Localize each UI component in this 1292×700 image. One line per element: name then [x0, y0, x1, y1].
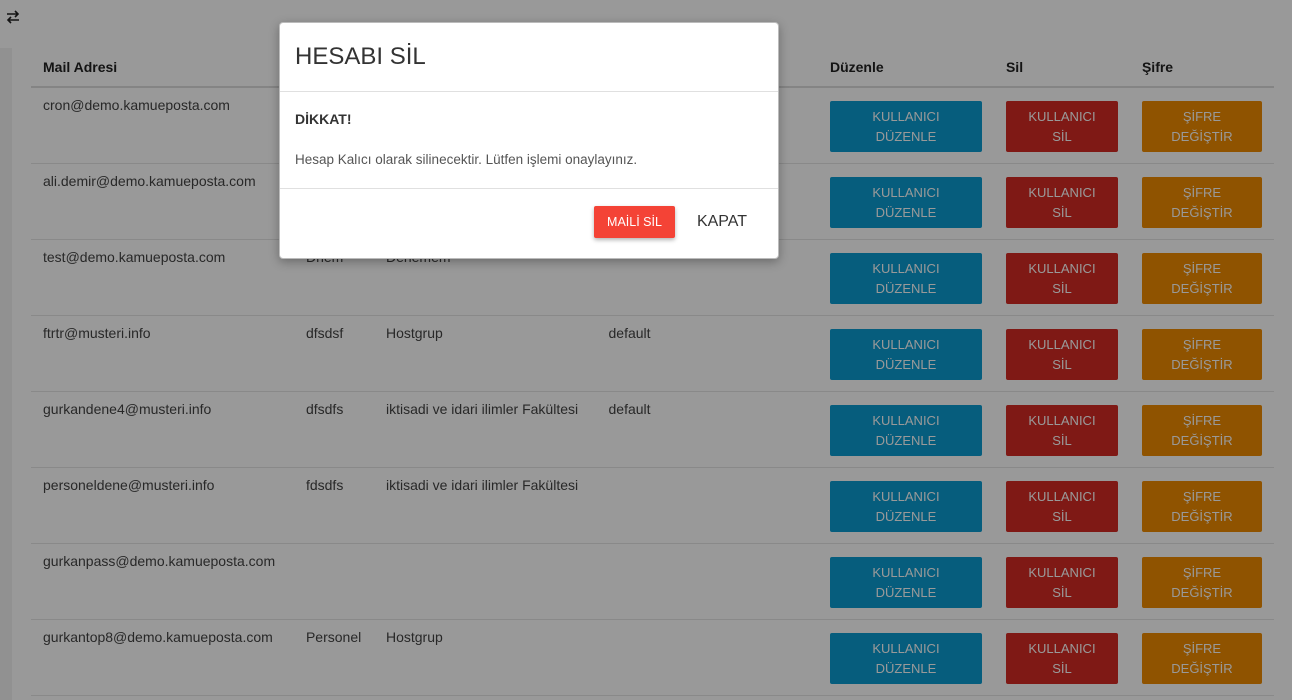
delete-mail-button[interactable]: MAİLİ SİL [594, 206, 675, 238]
delete-account-modal: HESABI SİL DİKKAT! Hesap Kalıcı olarak s… [279, 22, 779, 259]
modal-body: DİKKAT! Hesap Kalıcı olarak silinecektir… [280, 92, 778, 189]
warning-title: DİKKAT! [295, 111, 352, 127]
warning-text: Hesap Kalıcı olarak silinecektir. Lütfen… [295, 152, 638, 167]
modal-title: HESABI SİL [295, 43, 426, 70]
close-button[interactable]: KAPAT [687, 206, 757, 238]
modal-header: HESABI SİL [280, 23, 778, 92]
